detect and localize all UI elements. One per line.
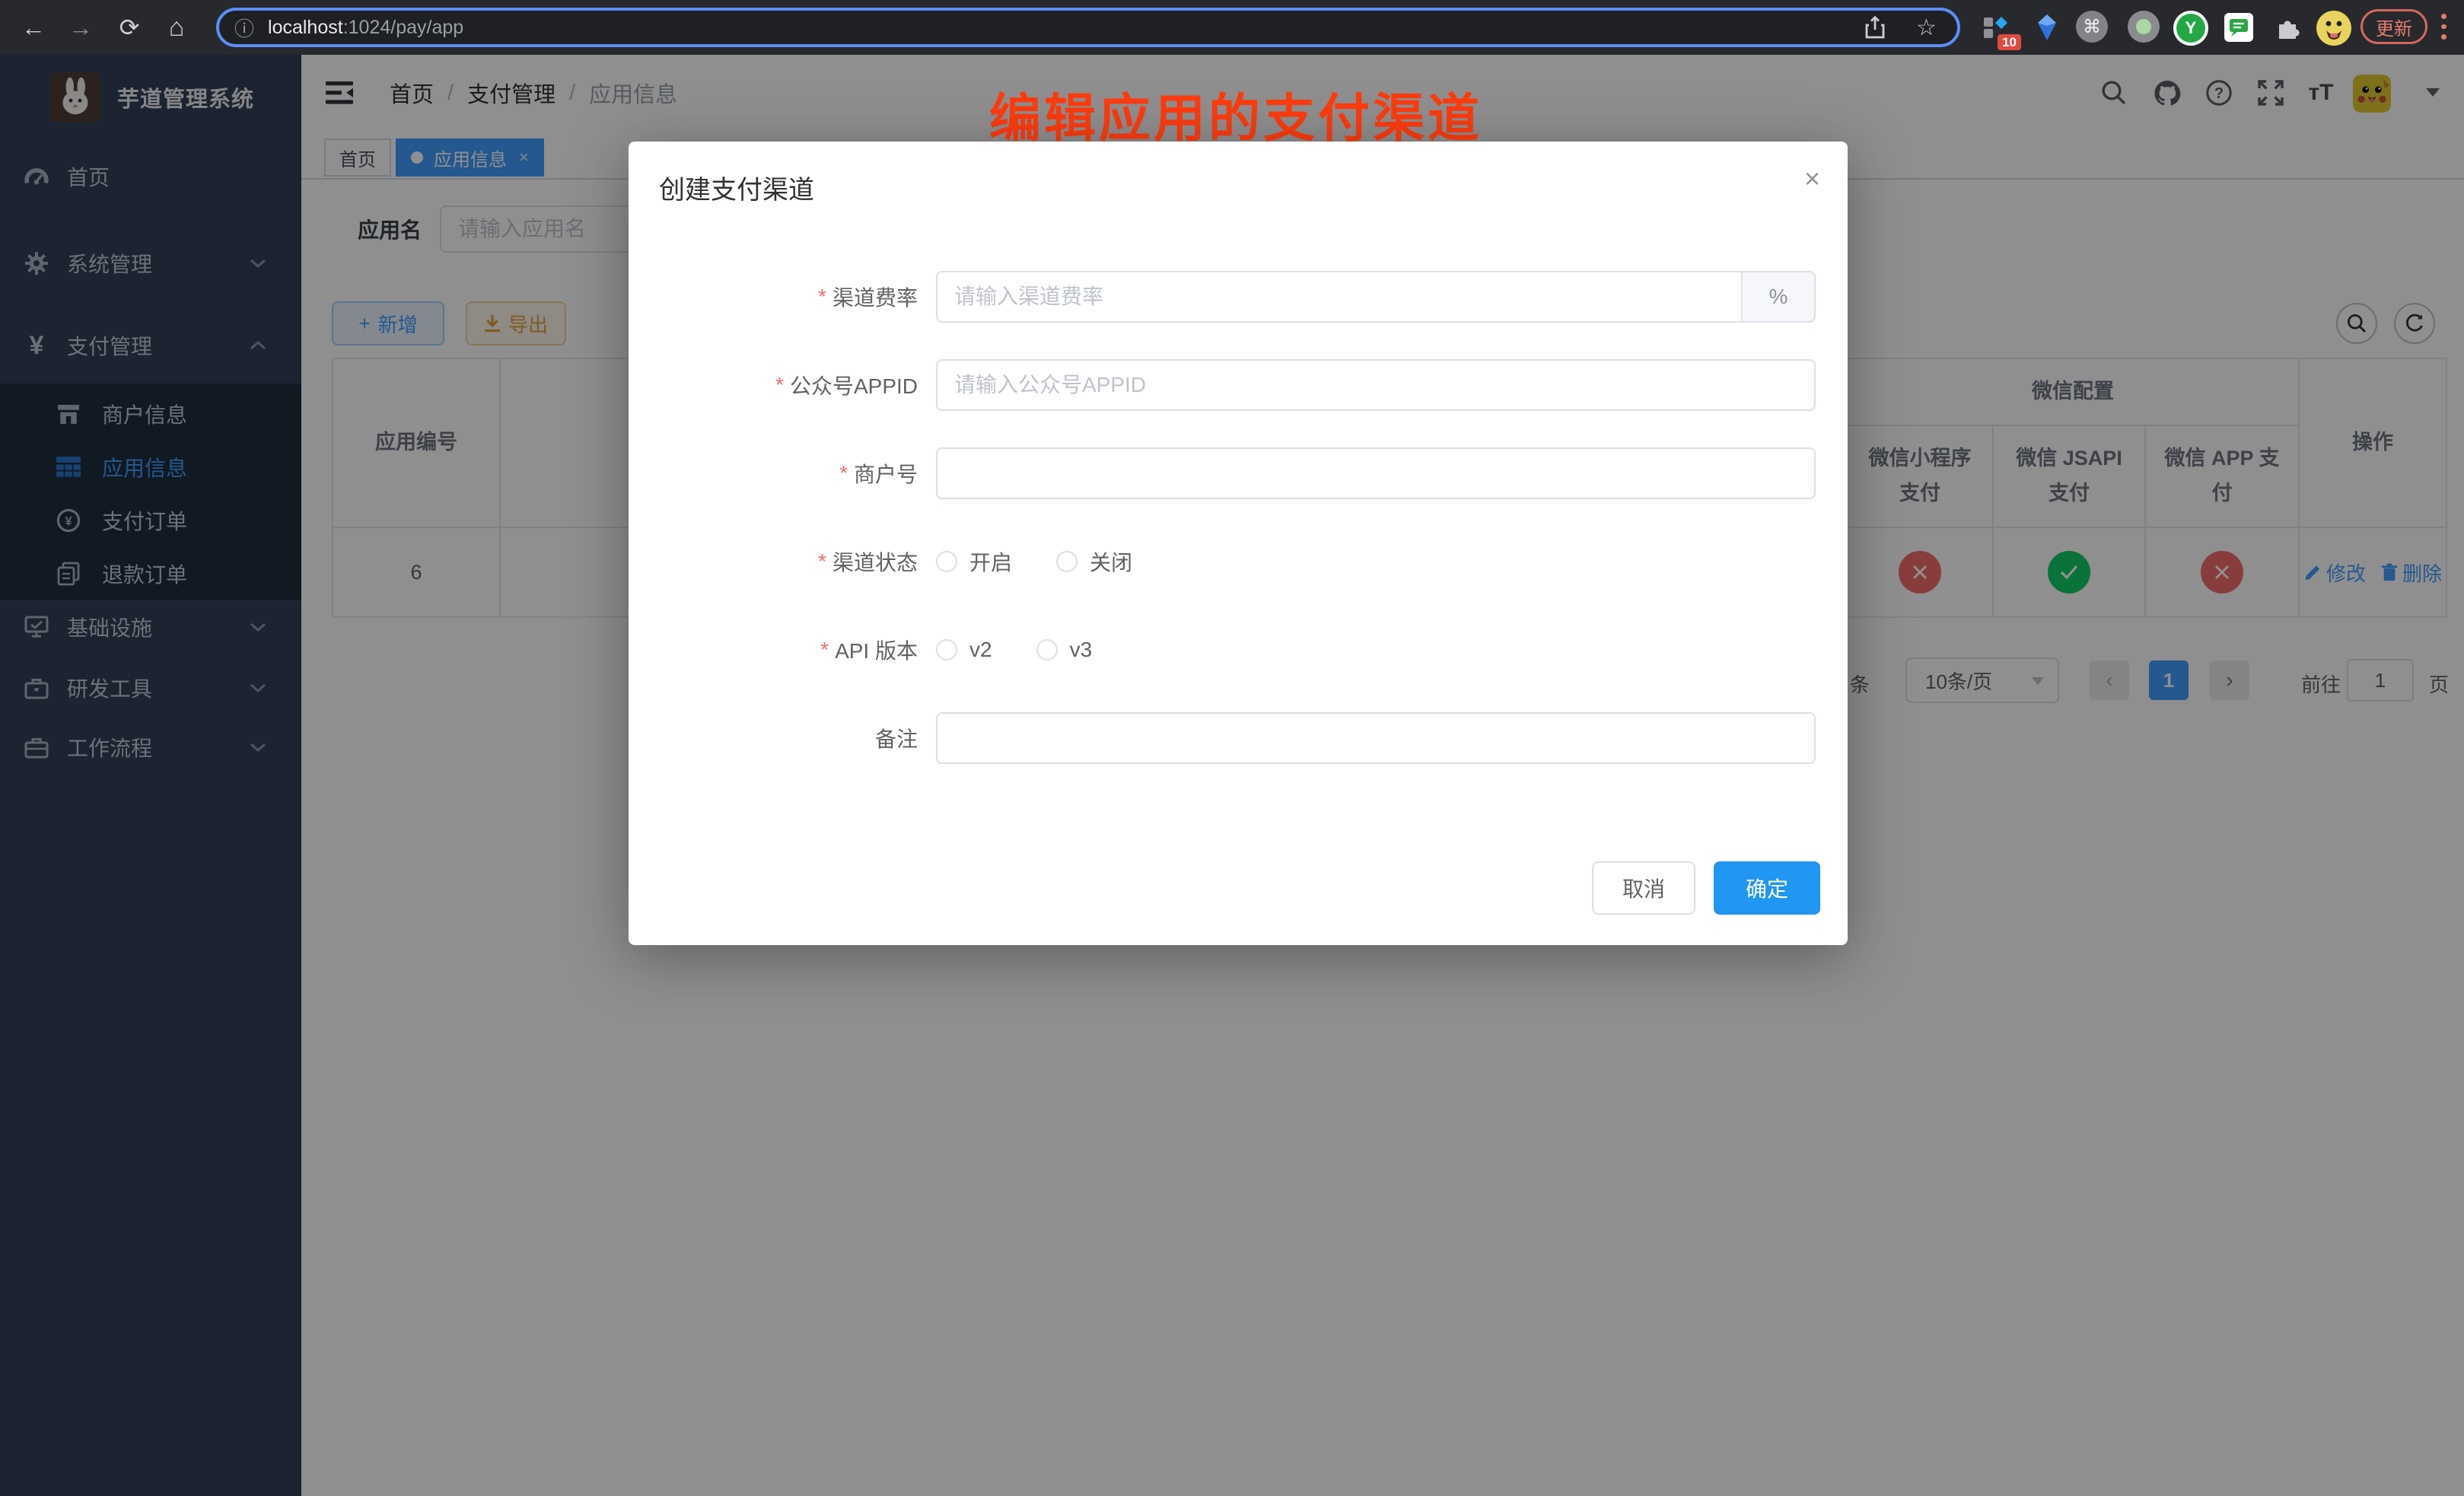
appid-label: * 公众号APPID <box>629 359 918 411</box>
label-text: 渠道费率 <box>832 282 918 312</box>
extension-cmd-icon[interactable]: ⌘ <box>2076 11 2108 43</box>
browser-forward-icon[interactable]: → <box>62 0 99 55</box>
label-text: 备注 <box>875 723 918 753</box>
remark-input[interactable] <box>936 712 1816 764</box>
bookmark-star-icon[interactable]: ☆ <box>1916 0 1937 55</box>
extension-chat-icon[interactable] <box>2222 11 2255 44</box>
extension-badge: 10 <box>1998 34 2021 50</box>
label-text: 渠道状态 <box>832 546 918 577</box>
label-text: 公众号APPID <box>790 370 918 400</box>
rate-input-group: % <box>936 271 1816 323</box>
required-mark: * <box>820 638 829 662</box>
browser-chrome: ← → ⟳ ⌂ ⓘ localhost:1024/pay/app ☆ 10 ⌘ … <box>0 0 2464 55</box>
status-on-radio[interactable] <box>936 551 957 572</box>
browser-update-button[interactable]: 更新 <box>2361 9 2427 44</box>
extension-dot-inner <box>2136 19 2151 34</box>
api-v2-label[interactable]: v2 <box>969 638 992 662</box>
appid-input[interactable] <box>936 359 1816 411</box>
merchant-input[interactable] <box>936 447 1816 499</box>
status-off-radio[interactable] <box>1056 551 1078 572</box>
rate-input[interactable] <box>938 272 1741 321</box>
create-pay-channel-dialog: 创建支付渠道 × * 渠道费率 % * 公众号APPID * 商户号 * 渠道状… <box>629 142 1848 945</box>
status-off-label[interactable]: 关闭 <box>1090 546 1132 577</box>
api-version-radio-group: v2 v3 <box>936 624 1092 676</box>
extension-dot-icon[interactable] <box>2128 11 2160 43</box>
cancel-button[interactable]: 取消 <box>1592 861 1695 915</box>
extension-puzzle-icon[interactable] <box>2272 11 2306 44</box>
label-text: 商户号 <box>854 458 918 489</box>
status-radio-group: 开启 关闭 <box>936 536 1132 587</box>
remark-label: 备注 <box>629 712 918 764</box>
browser-back-icon[interactable]: ← <box>15 0 52 55</box>
dialog-close-icon[interactable]: × <box>1804 163 1820 195</box>
share-icon[interactable] <box>1864 0 1886 55</box>
url-host: localhost <box>268 17 343 39</box>
url-path: :1024/pay/app <box>343 17 463 39</box>
browser-reload-icon[interactable]: ⟳ <box>111 0 148 55</box>
confirm-button[interactable]: 确定 <box>1714 861 1820 915</box>
required-mark: * <box>818 549 826 574</box>
extension-y-letter: Y <box>2176 14 2205 43</box>
browser-menu-icon[interactable] <box>2441 14 2447 45</box>
address-bar[interactable]: ⓘ localhost:1024/pay/app <box>216 8 1960 47</box>
api-v2-radio[interactable] <box>936 639 957 660</box>
required-mark: * <box>839 461 848 485</box>
site-info-icon[interactable]: ⓘ <box>234 14 254 42</box>
screen: 芋道管理系统 首页 系统管理 ¥ 支付管理 <box>0 0 2464 1496</box>
dialog-title: 创建支付渠道 <box>659 169 814 206</box>
api-version-label: * API 版本 <box>629 624 918 676</box>
status-label: * 渠道状态 <box>629 536 918 587</box>
required-mark: * <box>775 373 784 397</box>
merchant-label: * 商户号 <box>629 447 918 499</box>
label-text: API 版本 <box>835 635 918 665</box>
annotation-text: 编辑应用的支付渠道 <box>989 76 1482 151</box>
api-v3-label[interactable]: v3 <box>1070 638 1093 662</box>
rate-suffix: % <box>1741 272 1814 321</box>
required-mark: * <box>818 285 826 309</box>
extension-emoji-icon[interactable] <box>2316 11 2351 46</box>
browser-home-icon[interactable]: ⌂ <box>158 0 195 55</box>
extension-balloon-icon[interactable] <box>2030 11 2064 44</box>
status-on-label[interactable]: 开启 <box>969 546 1012 577</box>
api-v3-radio[interactable] <box>1036 639 1058 660</box>
extension-y-icon[interactable]: Y <box>2173 11 2208 46</box>
extension-grid-icon[interactable]: 10 <box>1979 11 2012 44</box>
rate-label: * 渠道费率 <box>629 271 918 323</box>
